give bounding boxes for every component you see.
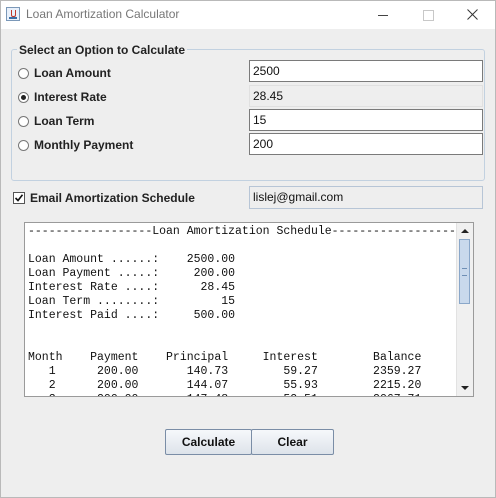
amortization-schedule-textarea[interactable]: ------------------Loan Amortization Sche… — [24, 222, 474, 397]
java-app-icon — [6, 7, 20, 21]
radio-label: Monthly Payment — [34, 138, 134, 152]
close-icon — [467, 9, 478, 20]
calculate-button[interactable]: Calculate — [165, 429, 252, 455]
interest-rate-field[interactable]: 28.45 — [249, 85, 483, 107]
checkmark-icon — [14, 194, 24, 202]
radio-button[interactable] — [18, 139, 29, 151]
email-schedule-checkbox[interactable]: Email Amortization Schedule — [13, 190, 195, 206]
radio-button[interactable] — [18, 67, 29, 79]
schedule-text: ------------------Loan Amortization Sche… — [28, 225, 456, 396]
radio-label: Interest Rate — [34, 90, 107, 104]
radio-label: Loan Term — [34, 114, 95, 128]
title-bar[interactable]: Loan Amortization Calculator — [1, 1, 495, 29]
maximize-button[interactable] — [405, 1, 451, 29]
group-title: Select an Option to Calculate — [17, 43, 188, 57]
radio-button[interactable] — [18, 115, 29, 127]
scroll-thumb[interactable] — [459, 239, 470, 304]
loan-term-field[interactable]: 15 — [249, 109, 483, 131]
checkbox-label: Email Amortization Schedule — [30, 191, 195, 205]
scroll-down-icon[interactable] — [457, 381, 473, 395]
clear-button[interactable]: Clear — [251, 429, 334, 455]
radio-loan-amount[interactable]: Loan Amount — [18, 65, 111, 81]
email-address-field[interactable]: lislej@gmail.com — [249, 186, 483, 209]
radio-loan-term[interactable]: Loan Term — [18, 113, 94, 129]
minimize-button[interactable] — [359, 1, 405, 29]
loan-amount-field[interactable]: 2500 — [249, 60, 483, 82]
scroll-up-icon[interactable] — [457, 224, 473, 238]
app-window: Loan Amortization Calculator Select an O… — [0, 0, 496, 498]
vertical-scrollbar[interactable] — [456, 223, 473, 396]
monthly-payment-field[interactable]: 200 — [249, 133, 483, 155]
radio-interest-rate[interactable]: Interest Rate — [18, 89, 107, 105]
radio-monthly-payment[interactable]: Monthly Payment — [18, 137, 133, 153]
radio-button-selected[interactable] — [18, 91, 29, 103]
window-title: Loan Amortization Calculator — [26, 7, 180, 21]
checkbox[interactable] — [13, 192, 25, 204]
radio-label: Loan Amount — [34, 66, 111, 80]
close-button[interactable] — [449, 1, 495, 29]
